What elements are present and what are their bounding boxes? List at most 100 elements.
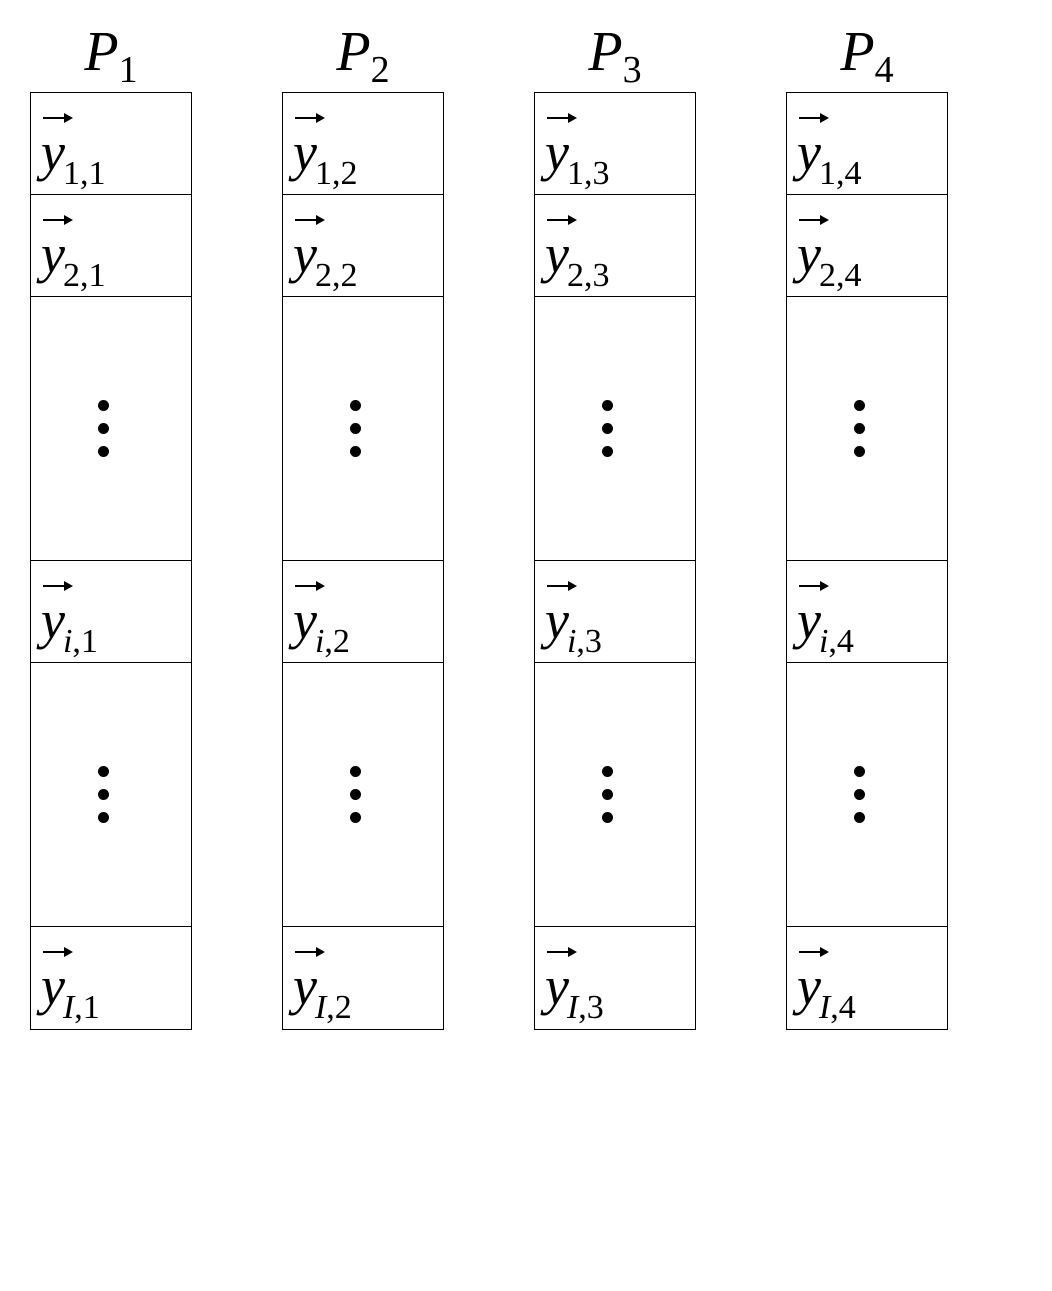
vector-subscript: i,3: [567, 623, 602, 661]
vector-arrow-icon: y: [293, 955, 317, 1017]
vertical-dots-icon: [854, 766, 865, 823]
subscript-col: 3: [592, 155, 609, 192]
subscript-comma: ,: [74, 989, 83, 1026]
subscript-comma: ,: [326, 989, 335, 1026]
vector-subscript: 2,1: [63, 257, 106, 295]
vector-arrow-icon: y: [545, 955, 569, 1017]
column-header-2: P2: [336, 20, 389, 84]
column-wrapper-1: P1y1,1y2,1yi,1yI,1: [30, 20, 192, 1030]
vdots-cell: [535, 663, 695, 927]
vector-letter: y: [41, 122, 65, 182]
vector-arrow-icon: y: [797, 589, 821, 651]
vector-letter: y: [41, 956, 65, 1016]
vdots-cell: [535, 297, 695, 561]
column-4: y1,4y2,4yi,4yI,4: [786, 92, 948, 1030]
subscript-row: 2: [567, 257, 584, 294]
vector-arrow-icon: y: [293, 589, 317, 651]
column-wrapper-3: P3y1,3y2,3yi,3yI,3: [534, 20, 696, 1030]
vector-letter: y: [41, 224, 65, 284]
subscript-row: I: [819, 989, 830, 1026]
vector-arrow-icon: y: [545, 121, 569, 183]
subscript-col: 4: [837, 623, 854, 660]
vector-subscript: 1,1: [63, 155, 106, 193]
vector-cell: y1,4: [787, 93, 947, 195]
subscript-col: 1: [88, 155, 105, 192]
vector-cell: y1,1: [31, 93, 191, 195]
vector-letter: y: [545, 224, 569, 284]
vdots-cell: [787, 297, 947, 561]
vector-subscript: i,2: [315, 623, 350, 661]
vector-letter: y: [293, 590, 317, 650]
vector-cell: yI,1: [31, 927, 191, 1029]
vector-cell: y2,1: [31, 195, 191, 297]
subscript-row: i: [567, 623, 576, 660]
subscript-col: 4: [844, 257, 861, 294]
vector-letter: y: [545, 122, 569, 182]
vertical-dots-icon: [350, 400, 361, 457]
subscript-comma: ,: [828, 623, 837, 660]
vector-letter: y: [797, 122, 821, 182]
vector-cell: y2,2: [283, 195, 443, 297]
subscript-comma: ,: [324, 623, 333, 660]
vdots-cell: [283, 663, 443, 927]
subscript-comma: ,: [576, 623, 585, 660]
column-header-1: P1: [84, 20, 137, 84]
vector-cell: yI,3: [535, 927, 695, 1029]
column-wrapper-4: P4y1,4y2,4yi,4yI,4: [786, 20, 948, 1030]
vertical-dots-icon: [98, 400, 109, 457]
subscript-row: 1: [315, 155, 332, 192]
column-wrapper-2: P2y1,2y2,2yi,2yI,2: [282, 20, 444, 1030]
vdots-cell: [283, 297, 443, 561]
subscript-col: 2: [335, 989, 352, 1026]
vdots-cell: [31, 297, 191, 561]
vector-arrow-icon: y: [797, 223, 821, 285]
vector-arrow-icon: y: [41, 589, 65, 651]
vector-letter: y: [293, 122, 317, 182]
subscript-row: 2: [819, 257, 836, 294]
header-letter: P: [84, 20, 118, 84]
vector-subscript: 2,4: [819, 257, 862, 295]
subscript-row: 1: [63, 155, 80, 192]
subscript-comma: ,: [72, 623, 81, 660]
vector-arrow-icon: y: [797, 121, 821, 183]
subscript-col: 2: [340, 257, 357, 294]
vector-letter: y: [41, 590, 65, 650]
vdots-cell: [787, 663, 947, 927]
column-header-4: P4: [840, 20, 893, 84]
header-letter: P: [336, 20, 370, 84]
subscript-comma: ,: [830, 989, 839, 1026]
subscript-col: 3: [587, 989, 604, 1026]
header-letter: P: [588, 20, 622, 84]
vertical-dots-icon: [350, 766, 361, 823]
vector-subscript: i,4: [819, 623, 854, 661]
vector-arrow-icon: y: [41, 121, 65, 183]
vector-cell: y2,4: [787, 195, 947, 297]
vector-cell: yi,4: [787, 561, 947, 663]
vector-letter: y: [293, 956, 317, 1016]
vector-letter: y: [545, 956, 569, 1016]
subscript-col: 1: [83, 989, 100, 1026]
vertical-dots-icon: [854, 400, 865, 457]
vector-cell: yI,2: [283, 927, 443, 1029]
vector-subscript: I,4: [819, 989, 856, 1027]
subscript-col: 3: [585, 623, 602, 660]
subscript-col: 4: [844, 155, 861, 192]
vector-letter: y: [797, 224, 821, 284]
header-subscript: 4: [875, 48, 894, 92]
vector-cell: yi,3: [535, 561, 695, 663]
header-subscript: 3: [623, 48, 642, 92]
subscript-row: i: [315, 623, 324, 660]
vector-cell: yi,2: [283, 561, 443, 663]
vector-cell: y1,3: [535, 93, 695, 195]
vector-cell: yi,1: [31, 561, 191, 663]
vector-arrow-icon: y: [797, 955, 821, 1017]
vector-subscript: I,1: [63, 989, 100, 1027]
vector-arrow-icon: y: [41, 955, 65, 1017]
vector-arrow-icon: y: [545, 223, 569, 285]
subscript-row: I: [63, 989, 74, 1026]
column-2: y1,2y2,2yi,2yI,2: [282, 92, 444, 1030]
header-letter: P: [840, 20, 874, 84]
column-header-3: P3: [588, 20, 641, 84]
subscript-row: 2: [63, 257, 80, 294]
vdots-cell: [31, 663, 191, 927]
